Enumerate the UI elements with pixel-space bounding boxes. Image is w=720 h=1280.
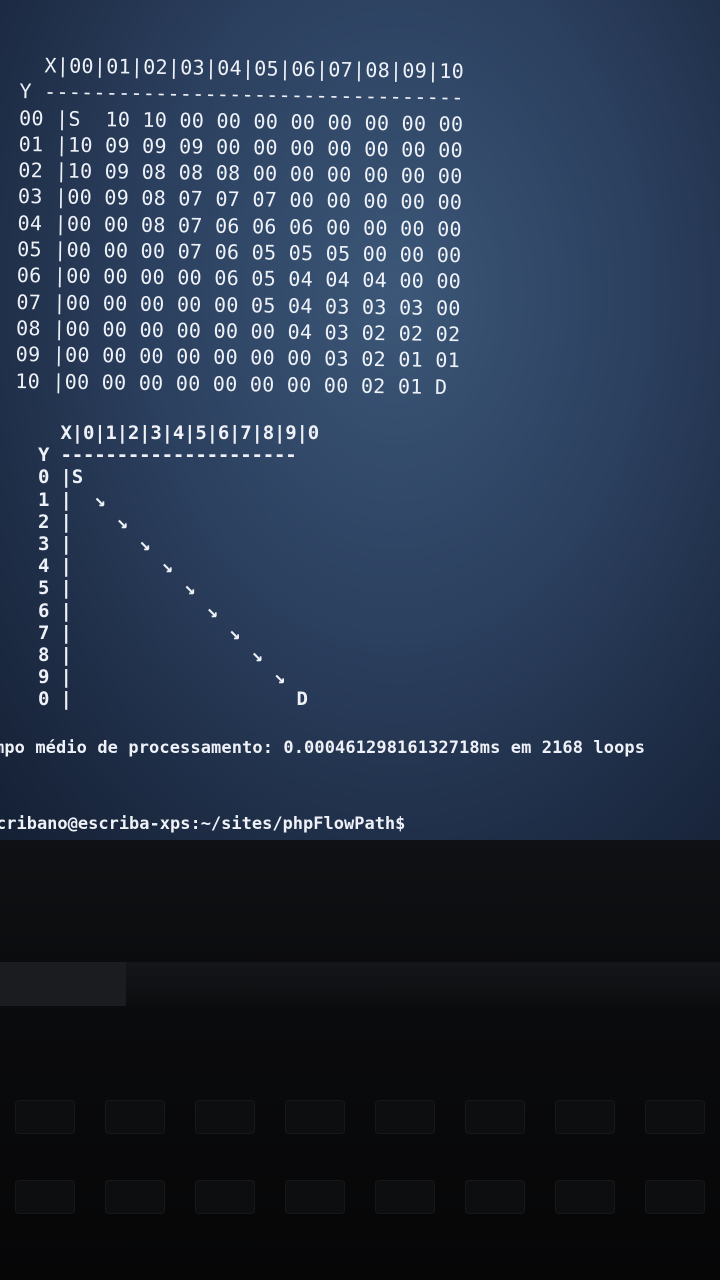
keyboard-key (645, 1180, 705, 1214)
keyboard-key (555, 1180, 615, 1214)
path-grid-line: 5 | ↘ (38, 577, 196, 600)
path-grid-line: 6 | ↘ (38, 599, 218, 622)
keyboard-key (15, 1100, 75, 1134)
keyboard-key (285, 1180, 345, 1214)
path-grid-line: 3 | ↘ (38, 533, 151, 556)
processing-time-output: mpo médio de processamento: 0.0004612981… (0, 738, 646, 758)
keyboard-key (555, 1100, 615, 1134)
path-grid-line: 4 | ↘ (38, 555, 173, 578)
laptop-bezel (0, 840, 720, 1280)
path-grid-line: 9 | ↘ (38, 666, 286, 689)
path-grid-line: 2 | ↘ (38, 510, 128, 533)
keyboard-key (375, 1100, 435, 1134)
keyboard-key (465, 1100, 525, 1134)
path-grid: X|0|1|2|3|4|5|6|7|8|9|0 Y ---------------… (38, 422, 319, 711)
keyboard-key (105, 1180, 165, 1214)
path-grid-line: X|0|1|2|3|4|5|6|7|8|9|0 (38, 422, 319, 444)
keyboard-key (465, 1180, 525, 1214)
keyboard-key (375, 1180, 435, 1214)
keyboard-row (0, 1180, 720, 1214)
path-grid-line: Y --------------------- (38, 444, 297, 467)
path-grid-line: 0 |S (38, 466, 83, 489)
path-grid-line: 0 | D (38, 688, 308, 711)
keyboard-key (285, 1100, 345, 1134)
weights-grid: X|00|01|02|03|04|05|06|07|08|09|10 Y ----… (15, 52, 464, 400)
keyboard-key (105, 1100, 165, 1134)
terminal-screen[interactable]: X|00|01|02|03|04|05|06|07|08|09|10 Y ----… (0, 0, 720, 840)
weights-grid-line: 10 |00 00 00 00 00 00 00 00 02 01 D (15, 368, 448, 399)
keyboard-key (195, 1180, 255, 1214)
laptop-hinge-edge (0, 962, 126, 1006)
path-grid-line: 7 | ↘ (38, 621, 241, 644)
keyboard-key (15, 1180, 75, 1214)
shell-prompt[interactable]: cribano@escriba-xps:~/sites/phpFlowPath$ (0, 814, 405, 834)
keyboard-row (0, 1100, 720, 1134)
path-grid-line: 1 | ↘ (38, 488, 106, 511)
keyboard-key (645, 1100, 705, 1134)
path-grid-line: 8 | ↘ (38, 644, 263, 667)
keyboard-key (195, 1100, 255, 1134)
